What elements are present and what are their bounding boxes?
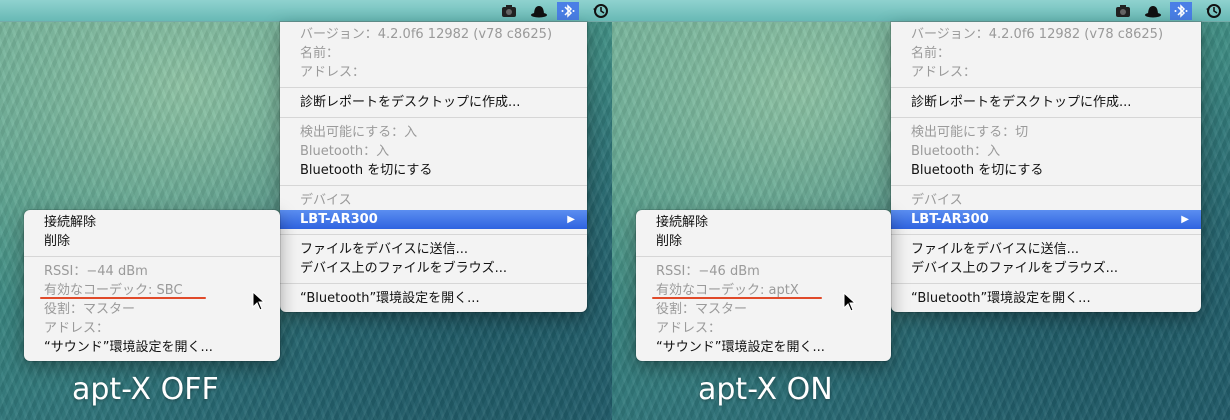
device-submenu: 接続解除 削除 RSSI：−46 dBm 有効なコーデック: aptX 役割：マ… bbox=[636, 210, 891, 361]
role-info: 役割：マスター bbox=[44, 302, 136, 317]
diagnostics-report-item[interactable]: 診断レポートをデスクトップに作成... bbox=[891, 93, 1201, 112]
menu-separator bbox=[891, 117, 1201, 118]
screenshot-panel-aptx-on: バージョン：4.2.0f6 12982 (v78 c8625) 名前： アドレス… bbox=[612, 0, 1230, 420]
device-address-info: アドレス： bbox=[656, 321, 722, 336]
caption-label: apt-X ON bbox=[698, 372, 833, 407]
menu-bar bbox=[0, 0, 612, 22]
bluetooth-menu: バージョン：4.2.0f6 12982 (v78 c8625) 名前： アドレス… bbox=[280, 22, 587, 312]
menu-separator bbox=[891, 87, 1201, 88]
disconnect-item[interactable]: 接続解除 bbox=[24, 213, 280, 232]
diagnostics-report-item[interactable]: 診断レポートをデスクトップに作成... bbox=[280, 93, 587, 112]
rssi-info: RSSI：−46 dBm bbox=[656, 264, 760, 279]
mouse-cursor-icon bbox=[252, 291, 266, 311]
codec-highlight-underline bbox=[40, 297, 206, 299]
disconnect-item[interactable]: 接続解除 bbox=[636, 213, 891, 232]
menu-separator bbox=[636, 256, 891, 257]
send-file-item[interactable]: ファイルをデバイスに送信... bbox=[280, 240, 587, 259]
browse-files-item[interactable]: デバイス上のファイルをブラウズ... bbox=[891, 259, 1201, 278]
bluetooth-icon[interactable] bbox=[1170, 2, 1192, 20]
devices-header: デバイス bbox=[911, 193, 963, 208]
camera-icon[interactable] bbox=[1112, 2, 1134, 20]
device-item-lbt-ar300[interactable]: LBT-AR300 ▶ bbox=[891, 210, 1201, 229]
mouse-cursor-icon bbox=[843, 292, 857, 312]
menu-separator bbox=[280, 87, 587, 88]
browse-files-item[interactable]: デバイス上のファイルをブラウズ... bbox=[280, 259, 587, 278]
caption-label: apt-X OFF bbox=[72, 372, 219, 407]
hat-icon[interactable] bbox=[528, 2, 550, 20]
hat-icon[interactable] bbox=[1142, 2, 1164, 20]
address-info: アドレス： bbox=[300, 65, 366, 80]
device-item-lbt-ar300[interactable]: LBT-AR300 ▶ bbox=[280, 210, 587, 229]
device-submenu: 接続解除 削除 RSSI：−44 dBm 有効なコーデック: SBC 役割：マス… bbox=[24, 210, 280, 361]
version-info: バージョン：4.2.0f6 12982 (v78 c8625) bbox=[300, 27, 553, 42]
menu-separator bbox=[891, 283, 1201, 284]
screenshot-panel-aptx-off: バージョン：4.2.0f6 12982 (v78 c8625) 名前： アドレス… bbox=[0, 0, 612, 420]
rssi-info: RSSI：−44 dBm bbox=[44, 264, 148, 279]
devices-header: デバイス bbox=[300, 193, 352, 208]
remove-item[interactable]: 削除 bbox=[24, 232, 280, 251]
bluetooth-toggle-item[interactable]: Bluetooth を切にする bbox=[280, 161, 587, 180]
open-bluetooth-prefs-item[interactable]: “Bluetooth”環境設定を開く... bbox=[891, 289, 1201, 308]
send-file-item[interactable]: ファイルをデバイスに送信... bbox=[891, 240, 1201, 259]
bluetooth-menu: バージョン：4.2.0f6 12982 (v78 c8625) 名前： アドレス… bbox=[891, 22, 1201, 312]
version-info: バージョン：4.2.0f6 12982 (v78 c8625) bbox=[911, 27, 1164, 42]
menu-separator bbox=[280, 117, 587, 118]
menu-separator bbox=[280, 283, 587, 284]
time-machine-icon[interactable] bbox=[590, 2, 612, 20]
bluetooth-status: Bluetooth：入 bbox=[911, 144, 1001, 159]
discoverable-status: 検出可能にする：入 bbox=[300, 125, 418, 140]
time-machine-icon[interactable] bbox=[1203, 2, 1225, 20]
submenu-arrow-icon: ▶ bbox=[1181, 214, 1189, 225]
remove-item[interactable]: 削除 bbox=[636, 232, 891, 251]
device-item-label: LBT-AR300 bbox=[300, 212, 378, 227]
menu-bar bbox=[612, 0, 1230, 22]
camera-icon[interactable] bbox=[498, 2, 520, 20]
name-info: 名前： bbox=[300, 46, 340, 61]
open-bluetooth-prefs-item[interactable]: “Bluetooth”環境設定を開く... bbox=[280, 289, 587, 308]
open-sound-prefs-item[interactable]: “サウンド”環境設定を開く... bbox=[636, 338, 891, 357]
device-address-info: アドレス： bbox=[44, 321, 110, 336]
menu-separator bbox=[24, 256, 280, 257]
open-sound-prefs-item[interactable]: “サウンド”環境設定を開く... bbox=[24, 338, 280, 357]
codec-highlight-underline bbox=[652, 297, 822, 299]
discoverable-status: 検出可能にする：切 bbox=[911, 125, 1029, 140]
menu-separator bbox=[280, 185, 587, 186]
bluetooth-status: Bluetooth：入 bbox=[300, 144, 390, 159]
menu-separator bbox=[891, 185, 1201, 186]
menu-separator bbox=[280, 234, 587, 235]
address-info: アドレス： bbox=[911, 65, 977, 80]
menu-separator bbox=[891, 234, 1201, 235]
submenu-arrow-icon: ▶ bbox=[567, 214, 575, 225]
device-item-label: LBT-AR300 bbox=[911, 212, 989, 227]
bluetooth-icon[interactable] bbox=[557, 2, 579, 20]
name-info: 名前： bbox=[911, 46, 951, 61]
bluetooth-toggle-item[interactable]: Bluetooth を切にする bbox=[891, 161, 1201, 180]
